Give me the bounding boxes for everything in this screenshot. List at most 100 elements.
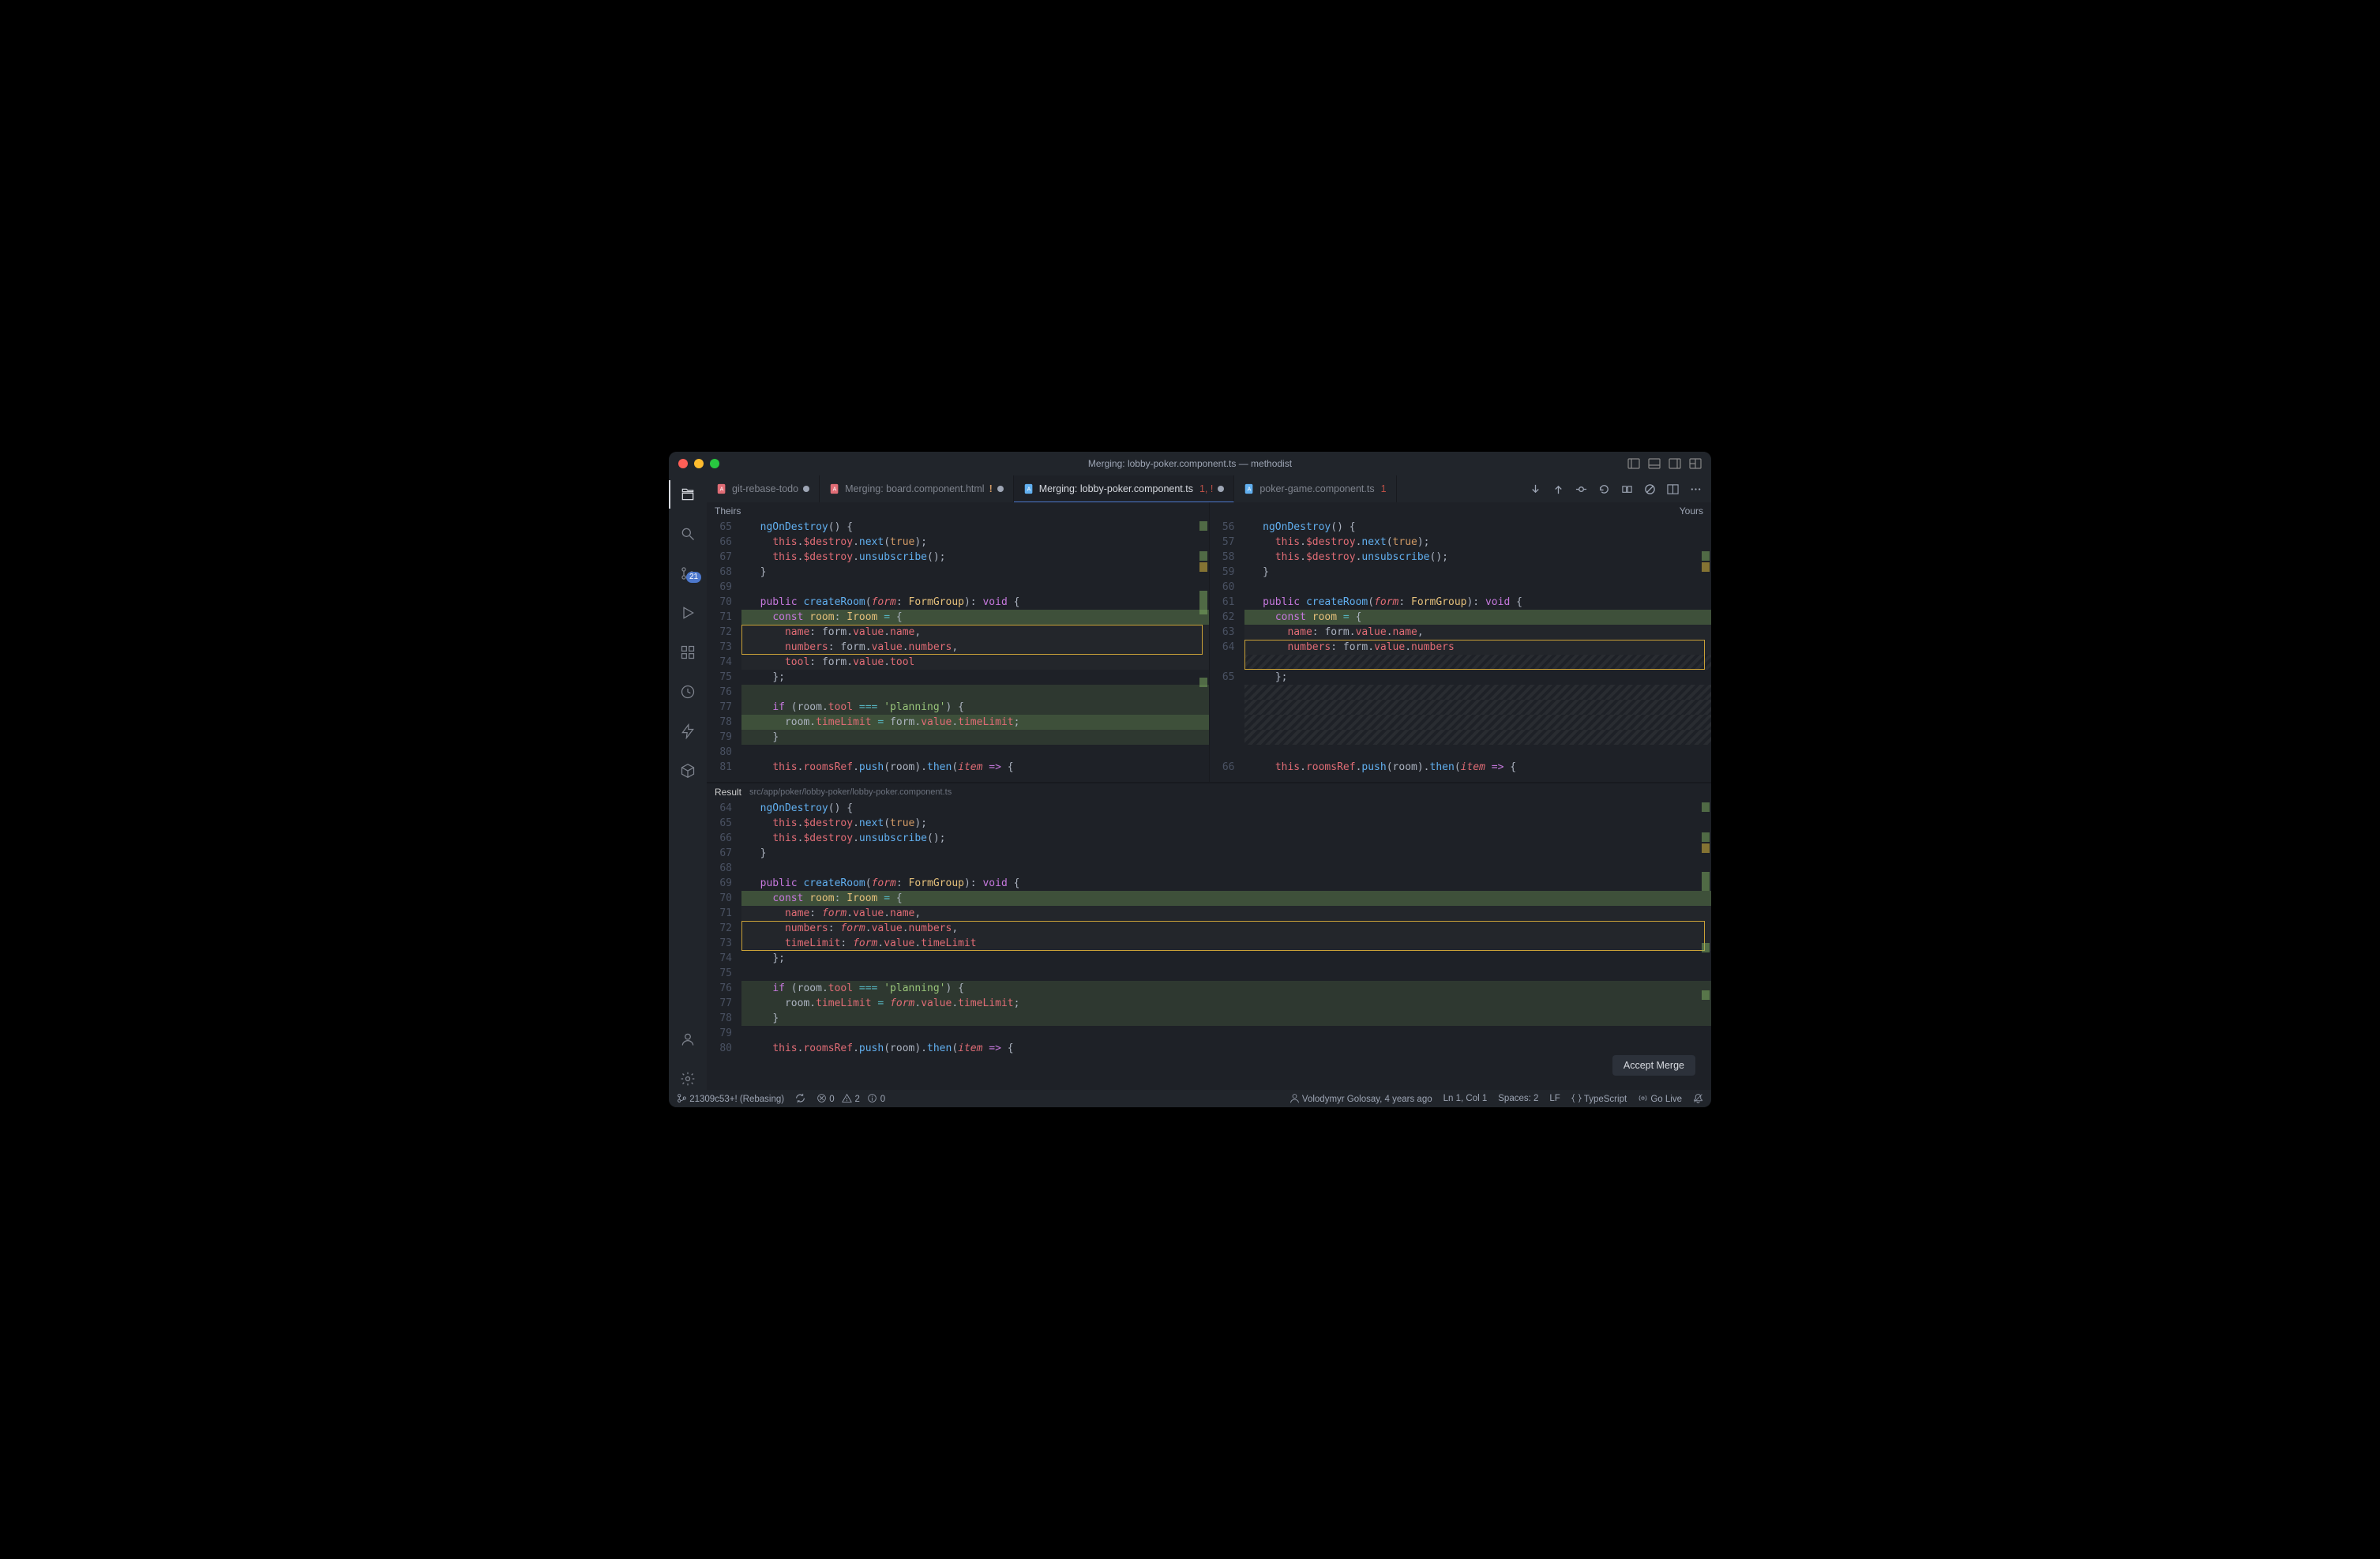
tab[interactable]: A Merging: lobby-poker.component.ts1, !	[1014, 475, 1235, 502]
accept-merge-button[interactable]: Accept Merge	[1612, 1055, 1695, 1076]
reset-icon[interactable]	[1598, 483, 1610, 495]
result-code[interactable]: 6465666768697071727374757677787980 ngOnD…	[707, 801, 1711, 1090]
code-line[interactable]: name: form.value.name,	[1244, 625, 1712, 640]
code-line[interactable]: room.timeLimit = form.value.timeLimit;	[741, 715, 1209, 730]
code-line[interactable]: this.roomsRef.push(room).then(item => {	[1244, 760, 1712, 775]
code-line[interactable]: ngOnDestroy() {	[741, 520, 1209, 535]
code-line[interactable]	[1244, 700, 1712, 715]
notifications-icon[interactable]	[1693, 1093, 1703, 1104]
code-line[interactable]: }	[741, 846, 1711, 861]
extensions-icon[interactable]	[677, 641, 699, 663]
up-arrow-icon[interactable]	[1552, 483, 1564, 495]
indent-status[interactable]: Spaces: 2	[1498, 1094, 1538, 1103]
code-line[interactable]: this.$destroy.next(true);	[1244, 535, 1712, 550]
code-line[interactable]: numbers: form.value.numbers,	[741, 640, 1209, 655]
panel-right-icon[interactable]	[1669, 457, 1681, 470]
code-line[interactable]	[741, 580, 1209, 595]
source-control-icon[interactable]: 21	[677, 562, 699, 584]
code-line[interactable]: };	[1244, 670, 1712, 685]
code-line[interactable]	[1244, 715, 1712, 730]
titlebar: Merging: lobby-poker.component.ts — meth…	[669, 452, 1711, 475]
tab[interactable]: A Merging: board.component.html!	[820, 475, 1014, 502]
code-line[interactable]: }	[1244, 565, 1712, 580]
panel-bottom-icon[interactable]	[1648, 457, 1661, 470]
code-line[interactable]: this.$destroy.unsubscribe();	[741, 831, 1711, 846]
code-line[interactable]: this.$destroy.next(true);	[741, 816, 1711, 831]
code-line[interactable]: numbers: form.value.numbers,	[741, 921, 1711, 936]
dirty-dot-icon	[997, 486, 1004, 492]
code-line[interactable]: public createRoom(form: FormGroup): void…	[741, 595, 1209, 610]
blame-status[interactable]: Volodymyr Golosay, 4 years ago	[1289, 1093, 1432, 1104]
cube-icon[interactable]	[677, 760, 699, 782]
code-line[interactable]: name: form.value.name,	[741, 906, 1711, 921]
timeline-icon[interactable]	[677, 681, 699, 703]
layout-icon[interactable]	[1689, 457, 1702, 470]
code-line[interactable]: this.roomsRef.push(room).then(item => {	[741, 1041, 1711, 1056]
code-line[interactable]: public createRoom(form: FormGroup): void…	[1244, 595, 1712, 610]
result-scroll-indicator	[1702, 801, 1710, 1090]
modified-indicator: !	[989, 483, 993, 494]
lightning-icon[interactable]	[677, 720, 699, 742]
close-icon[interactable]	[678, 459, 688, 468]
code-line[interactable]: ngOnDestroy() {	[1244, 520, 1712, 535]
code-line[interactable]	[1244, 685, 1712, 700]
tab[interactable]: A git-rebase-todo	[707, 475, 820, 502]
compare-icon[interactable]	[1621, 483, 1633, 495]
code-line[interactable]: }	[741, 1011, 1711, 1026]
minimize-icon[interactable]	[694, 459, 704, 468]
editor-region: A git-rebase-todo A Merging: board.compo…	[707, 475, 1711, 1090]
language-status[interactable]: TypeScript	[1571, 1093, 1627, 1104]
code-line[interactable]: if (room.tool === 'planning') {	[741, 981, 1711, 996]
code-line[interactable]: public createRoom(form: FormGroup): void…	[741, 876, 1711, 891]
down-arrow-icon[interactable]	[1530, 483, 1541, 495]
code-line[interactable]: numbers: form.value.numbers	[1244, 640, 1712, 655]
code-line[interactable]	[741, 685, 1209, 700]
code-line[interactable]: ngOnDestroy() {	[741, 801, 1711, 816]
panel-left-icon[interactable]	[1627, 457, 1640, 470]
code-line[interactable]: const room: Iroom = {	[741, 891, 1711, 906]
disabled-icon[interactable]	[1644, 483, 1656, 495]
go-live-status[interactable]: Go Live	[1638, 1093, 1682, 1104]
code-line[interactable]: };	[741, 951, 1711, 966]
account-icon[interactable]	[677, 1028, 699, 1050]
code-line[interactable]: const room: Iroom = {	[741, 610, 1209, 625]
theirs-pane: Theirs 65666768697071✓72737475767778✓798…	[707, 502, 1210, 782]
code-line[interactable]	[1244, 745, 1712, 760]
code-line[interactable]	[741, 745, 1209, 760]
maximize-icon[interactable]	[710, 459, 719, 468]
explorer-icon[interactable]	[677, 483, 699, 505]
code-line[interactable]	[741, 966, 1711, 981]
problems-status[interactable]: 0 2 0	[816, 1093, 885, 1104]
settings-icon[interactable]	[677, 1068, 699, 1090]
code-line[interactable]: room.timeLimit = form.value.timeLimit;	[741, 996, 1711, 1011]
code-line[interactable]: name: form.value.name,	[741, 625, 1209, 640]
more-icon[interactable]	[1690, 483, 1702, 495]
code-line[interactable]	[1244, 655, 1712, 670]
commit-icon[interactable]	[1575, 483, 1587, 495]
sync-status[interactable]	[795, 1093, 805, 1104]
code-line[interactable]: this.roomsRef.push(room).then(item => {	[741, 760, 1209, 775]
code-line[interactable]: const room = {	[1244, 610, 1712, 625]
code-line[interactable]: timeLimit: form.value.timeLimit	[741, 936, 1711, 951]
search-icon[interactable]	[677, 523, 699, 545]
code-line[interactable]: this.$destroy.unsubscribe();	[741, 550, 1209, 565]
code-line[interactable]: };	[741, 670, 1209, 685]
cursor-position[interactable]: Ln 1, Col 1	[1443, 1094, 1488, 1103]
code-line[interactable]: this.$destroy.unsubscribe();	[1244, 550, 1712, 565]
yours-code[interactable]: 5657585960616263646566 ngOnDestroy() { t…	[1210, 520, 1712, 782]
code-line[interactable]: if (room.tool === 'planning') {	[741, 700, 1209, 715]
split-editor-icon[interactable]	[1667, 483, 1679, 495]
theirs-code[interactable]: 65666768697071✓72737475767778✓798081 ngO…	[707, 520, 1209, 782]
code-line[interactable]: }	[741, 565, 1209, 580]
code-line[interactable]: tool: form.value.tool	[741, 655, 1209, 670]
code-line[interactable]	[1244, 730, 1712, 745]
code-line[interactable]	[741, 1026, 1711, 1041]
debug-icon[interactable]	[677, 602, 699, 624]
code-line[interactable]	[1244, 580, 1712, 595]
tab[interactable]: A poker-game.component.ts1	[1234, 475, 1396, 502]
code-line[interactable]: this.$destroy.next(true);	[741, 535, 1209, 550]
code-line[interactable]	[741, 861, 1711, 876]
code-line[interactable]: }	[741, 730, 1209, 745]
eol-status[interactable]: LF	[1549, 1094, 1560, 1103]
branch-status[interactable]: 21309c53+! (Rebasing)	[677, 1093, 784, 1104]
